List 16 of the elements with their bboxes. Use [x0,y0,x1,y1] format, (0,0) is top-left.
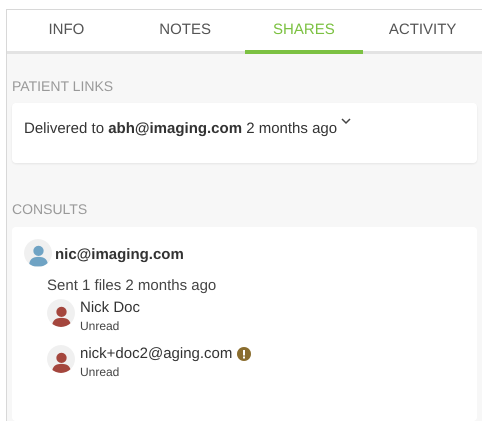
section-heading: PATIENT LINKS [12,76,114,96]
delivery-text: Delivered to abh@imaging.com 2 months ago [24,118,338,138]
tab[interactable]: ACTIVITY [363,10,482,54]
recipient-name: Nick Doc [80,299,140,317]
chevron-icon[interactable] [341,118,352,124]
recipient-name: nick+doc2@aging.com [80,345,232,363]
avatar-icon [47,299,75,327]
sender-email: nic@imaging.com [55,245,184,265]
section-heading: CONSULTS [12,200,88,218]
read-status: Unread [80,318,120,335]
read-status: Unread [80,364,120,381]
tab[interactable]: NOTES [126,10,244,54]
tab[interactable]: INFO [7,10,126,54]
avatar-icon [24,238,52,266]
avatar-icon [47,345,75,373]
sent-summary: Sent 1 files 2 months ago [47,276,218,296]
